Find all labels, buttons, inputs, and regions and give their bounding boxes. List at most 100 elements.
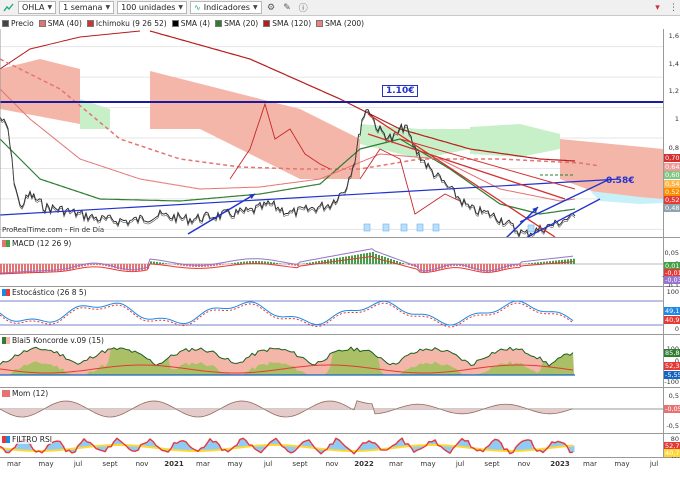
macd-histogram-bar bbox=[159, 262, 161, 264]
macd-histogram-bar bbox=[237, 262, 239, 264]
time-axis-tick: mar bbox=[583, 460, 597, 468]
macd-histogram-bar bbox=[288, 264, 290, 265]
indicators-button[interactable]: ∿ Indicadores ▼ bbox=[190, 1, 262, 14]
macd-histogram-bar bbox=[438, 264, 440, 270]
koncorde-panel[interactable]: Blai5 Koncorde v.09 (15) bbox=[0, 335, 663, 388]
macd-title: MACD (12 26 9) bbox=[2, 239, 72, 248]
legend-swatch bbox=[316, 19, 324, 27]
stochastic-panel[interactable]: Estocástico (26 8 5) bbox=[0, 287, 663, 335]
macd-histogram-bar bbox=[93, 264, 95, 266]
macd-histogram-bar bbox=[144, 264, 146, 270]
indicator-icon bbox=[2, 436, 10, 443]
macd-histogram-bar bbox=[99, 264, 101, 266]
legend-label: Ichimoku (9 26 52) bbox=[95, 18, 167, 28]
macd-histogram-bar bbox=[165, 263, 167, 264]
current-value-label: 0,481 bbox=[664, 204, 680, 212]
chevron-down-icon: ▼ bbox=[178, 4, 184, 11]
resistance-annotation: 1.10€ bbox=[382, 85, 419, 97]
axis-tick-label: 0,8 bbox=[668, 144, 679, 152]
price-axis: 1,61,41,210,80,60,40,700,6420,600,540,52… bbox=[663, 29, 680, 238]
momentum-svg bbox=[0, 400, 663, 418]
legend-label: SMA (4) bbox=[180, 18, 211, 28]
macd-histogram-bar bbox=[270, 262, 272, 264]
window-menu-icon[interactable]: ▾ bbox=[651, 1, 664, 14]
macd-histogram-bar bbox=[564, 259, 566, 264]
dividend-marker bbox=[416, 223, 424, 232]
period-select[interactable]: 1 semana ▼ bbox=[59, 1, 115, 14]
info-icon[interactable]: ⓘ bbox=[297, 1, 310, 14]
time-axis-tick: jul bbox=[649, 460, 659, 468]
more-options-icon[interactable]: ⋮ bbox=[667, 1, 680, 14]
current-value-label: -5,55 bbox=[664, 371, 680, 379]
macd-histogram-bar bbox=[528, 263, 530, 264]
current-value-label: 52,34 bbox=[664, 362, 680, 370]
macd-axis: 0,050-0,05-0,10,015-0,01-0,03 bbox=[662, 238, 680, 290]
period-label: 1 semana bbox=[63, 3, 103, 12]
stochastic-svg bbox=[0, 300, 663, 328]
macd-histogram-bar bbox=[141, 264, 143, 271]
macd-histogram-bar bbox=[222, 264, 224, 265]
legend-item: SMA (20) bbox=[215, 19, 258, 28]
momentum-panel[interactable]: Mom (12) bbox=[0, 388, 663, 434]
stochastic-k-line bbox=[0, 300, 574, 326]
macd-histogram-bar bbox=[537, 262, 539, 264]
sma-120-line bbox=[0, 30, 141, 70]
toolbar: OHLA ▼ 1 semana ▼ 100 unidades ▼ ∿ Indicador… bbox=[0, 0, 680, 16]
macd-histogram-bar bbox=[87, 264, 89, 266]
macd-histogram-bar bbox=[351, 255, 353, 264]
legend-label: SMA (200) bbox=[325, 18, 365, 28]
current-value-label: 0,52 bbox=[664, 196, 680, 204]
rsi-title: FILTRO RSI bbox=[2, 435, 52, 444]
legend-label: Precio bbox=[11, 18, 34, 28]
current-value-label: 0,52 bbox=[664, 188, 680, 196]
macd-histogram-bar bbox=[366, 253, 368, 264]
rsi-title-label: FILTRO RSI bbox=[12, 435, 52, 444]
macd-histogram-bar bbox=[279, 263, 281, 264]
macd-histogram-bar bbox=[234, 262, 236, 264]
symbol-select[interactable]: OHLA ▼ bbox=[18, 1, 57, 14]
macd-histogram-bar bbox=[573, 258, 575, 264]
units-select[interactable]: 100 unidades ▼ bbox=[117, 1, 188, 14]
macd-histogram-bar bbox=[357, 254, 359, 264]
macd-histogram-bar bbox=[156, 261, 158, 264]
chevron-down-icon: ▼ bbox=[47, 4, 53, 11]
koncorde-title-label: Blai5 Koncorde v.09 (15) bbox=[12, 336, 104, 345]
time-axis-tick: jul bbox=[263, 460, 273, 468]
rsi-panel[interactable]: FILTRO RSI bbox=[0, 434, 663, 458]
price-chart[interactable]: 1.10€ 0.58€ bbox=[0, 29, 663, 238]
macd-histogram-bar bbox=[375, 254, 377, 264]
draw-icon[interactable]: ✎ bbox=[281, 1, 294, 14]
legend-label: SMA (20) bbox=[224, 18, 259, 28]
macd-histogram-bar bbox=[372, 252, 374, 264]
settings-icon[interactable]: ⚙ bbox=[265, 1, 278, 14]
dividend-marker bbox=[400, 223, 408, 232]
macd-histogram-bar bbox=[531, 262, 533, 264]
current-value-label: 0,642 bbox=[664, 163, 680, 171]
chart-menu-icon[interactable] bbox=[2, 1, 15, 14]
macd-histogram-bar bbox=[216, 264, 218, 266]
dividend-marker bbox=[363, 223, 371, 232]
time-axis-tick: may bbox=[38, 460, 54, 468]
axis-tick-label: 1,6 bbox=[668, 32, 679, 40]
time-axis-tick: 2023 bbox=[550, 460, 570, 468]
axis-tick-label: 0 bbox=[674, 325, 679, 333]
legend-swatch bbox=[215, 19, 223, 27]
indicator-icon bbox=[2, 240, 10, 247]
time-axis-tick: may bbox=[614, 460, 630, 468]
legend-label: SMA (120) bbox=[272, 18, 312, 28]
macd-histogram-bar bbox=[231, 263, 233, 264]
axis-tick-label: 1 bbox=[674, 115, 679, 123]
macd-histogram-bar bbox=[66, 264, 68, 271]
price-legend: Precio SMA (40) Ichimoku (9 26 52) SMA (4) S… bbox=[0, 17, 680, 29]
legend-item: Ichimoku (9 26 52) bbox=[86, 18, 167, 28]
axis-tick-label: 0,05 bbox=[664, 249, 679, 257]
time-axis-tick: 2021 bbox=[164, 460, 184, 468]
macd-histogram-bar bbox=[276, 262, 278, 264]
macd-histogram-bar bbox=[306, 263, 308, 264]
macd-histogram-bar bbox=[90, 264, 92, 266]
indicator-icon bbox=[2, 289, 10, 296]
time-axis-tick: sept bbox=[102, 460, 118, 468]
time-axis-tick: mar bbox=[7, 460, 21, 468]
macd-panel[interactable]: MACD (12 26 9) bbox=[0, 238, 663, 287]
momentum-title: Mom (12) bbox=[2, 389, 49, 398]
